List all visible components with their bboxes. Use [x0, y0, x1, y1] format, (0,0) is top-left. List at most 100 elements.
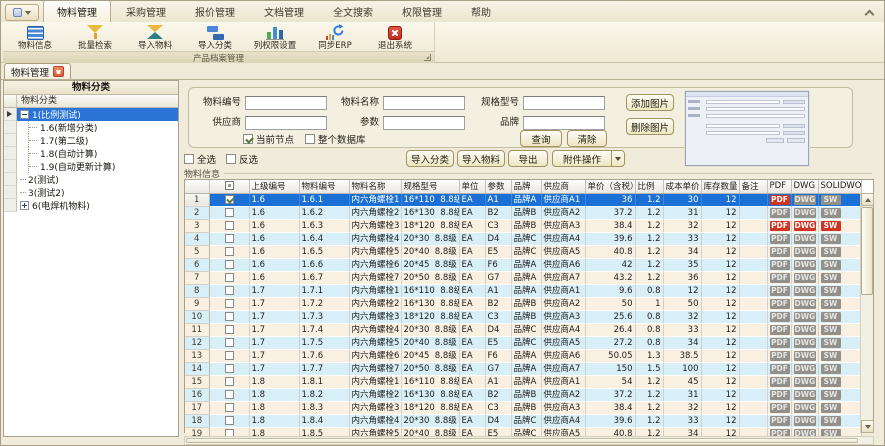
pdf-badge[interactable]: PDF [770, 286, 790, 296]
tree-item-1-8[interactable]: 1.8(自动计算) [4, 147, 178, 160]
sw-badge[interactable]: SW [821, 312, 841, 322]
grid-row-9[interactable]: 91.71.7.2内六角螺栓216*130 8.8级EAB2品牌B供应商A250… [185, 297, 861, 310]
dwg-badge[interactable]: DWG [794, 364, 817, 374]
row-checkbox[interactable] [225, 273, 234, 282]
toolbar-import-material-button[interactable]: 导入物料 [125, 23, 185, 51]
col-header-spec[interactable]: 规格型号 [401, 180, 459, 193]
tree-column-header[interactable]: 物料分类 [4, 95, 178, 108]
grid-row-10[interactable]: 101.71.7.3内六角螺栓318*120 8.8级EAC3品牌B供应商A32… [185, 310, 861, 323]
pdf-badge[interactable]: PDF [770, 195, 790, 205]
row-checkbox[interactable] [225, 351, 234, 360]
tab-quote-mgmt[interactable]: 报价管理 [181, 0, 249, 22]
row-checkbox[interactable] [225, 234, 234, 243]
pdf-badge[interactable]: PDF [770, 247, 790, 257]
dwg-badge[interactable]: DWG [794, 351, 817, 361]
pdf-badge[interactable]: PDF [770, 390, 790, 400]
tab-help[interactable]: 帮助 [457, 0, 505, 22]
scroll-up-icon[interactable] [861, 193, 874, 206]
col-header-check[interactable] [209, 180, 249, 193]
row-checkbox[interactable] [225, 260, 234, 269]
grid-row-6[interactable]: 61.61.6.6内六角螺栓620*45 8.8级EAF6品牌A供应商A6421… [185, 258, 861, 271]
app-menu-button[interactable] [5, 4, 39, 21]
pdf-badge[interactable]: PDF [770, 312, 790, 322]
sw-badge[interactable]: SW [821, 299, 841, 309]
current-node-checkbox[interactable]: 当前节点 [243, 132, 294, 146]
sw-badge[interactable]: SW [821, 416, 841, 426]
pdf-badge[interactable]: PDF [770, 416, 790, 426]
grid-row-13[interactable]: 131.71.7.6内六角螺栓620*45 8.8级EAF6品牌A供应商A650… [185, 349, 861, 362]
material-name-input[interactable] [383, 96, 465, 110]
tab-material-mgmt[interactable]: 物料管理 [43, 0, 111, 22]
tree-item-3[interactable]: 3(测试2) [4, 186, 178, 199]
grid-row-14[interactable]: 141.71.7.7内六角螺栓720*50 8.8级EAG7品牌A供应商A715… [185, 362, 861, 375]
dwg-badge[interactable]: DWG [794, 247, 817, 257]
vertical-scroll-thumb[interactable] [861, 207, 873, 295]
row-checkbox[interactable] [225, 208, 234, 217]
dwg-badge[interactable]: DWG [794, 221, 817, 231]
row-checkbox[interactable] [225, 286, 234, 295]
pdf-badge[interactable]: PDF [770, 377, 790, 387]
tree-item-1-9[interactable]: 1.9(自动更新计算) [4, 160, 178, 173]
col-header-parent_code[interactable]: 上级编号 [249, 180, 299, 193]
col-header-sw[interactable]: SOLIDWORKS [818, 180, 861, 193]
spec-model-input[interactable] [523, 96, 605, 110]
grid-row-8[interactable]: 81.71.7.1内六角螺栓116*110 8.8级EAA1品牌A供应商A19.… [185, 284, 861, 297]
dwg-badge[interactable]: DWG [794, 416, 817, 426]
vertical-scrollbar[interactable] [860, 193, 873, 433]
row-checkbox[interactable] [225, 377, 234, 386]
col-header-cost[interactable]: 成本单价 [663, 180, 701, 193]
document-tab-material[interactable]: 物料管理 [4, 63, 71, 79]
import-material-button[interactable]: 导入物料 [457, 150, 505, 167]
pdf-badge[interactable]: PDF [770, 208, 790, 218]
pdf-badge[interactable]: PDF [770, 325, 790, 335]
sw-badge[interactable]: SW [821, 195, 841, 205]
col-header-price[interactable]: 单价（含税） [585, 180, 635, 193]
row-checkbox[interactable] [225, 312, 234, 321]
grid-row-16[interactable]: 161.81.8.2内六角螺栓216*130 8.8级EAB2品牌B供应商A23… [185, 388, 861, 401]
select-all-checkbox[interactable]: 全选 [184, 152, 216, 166]
sw-badge[interactable]: SW [821, 273, 841, 283]
tree-item-1-6[interactable]: 1.6(新增分类) [4, 121, 178, 134]
param-input[interactable] [383, 116, 465, 130]
sw-badge[interactable]: SW [821, 234, 841, 244]
sw-badge[interactable]: SW [821, 325, 841, 335]
toolbar-column-permission-button[interactable]: 列权限设置 [245, 23, 305, 51]
pdf-badge[interactable]: PDF [770, 364, 790, 374]
pdf-badge[interactable]: PDF [770, 338, 790, 348]
grid-row-2[interactable]: 21.61.6.2内六角螺栓216*130 8.8级EAB2品牌B供应商A237… [185, 206, 861, 219]
sw-badge[interactable]: SW [821, 208, 841, 218]
row-checkbox[interactable] [225, 325, 234, 334]
brand-input[interactable] [523, 116, 605, 130]
horizontal-scrollbar[interactable] [184, 436, 874, 445]
dwg-badge[interactable]: DWG [794, 273, 817, 283]
grid-row-17[interactable]: 171.81.8.3内六角螺栓318*120 8.8级EAC3品牌B供应商A33… [185, 401, 861, 414]
tab-purchase-mgmt[interactable]: 采购管理 [112, 0, 180, 22]
sw-badge[interactable]: SW [821, 221, 841, 231]
material-code-input[interactable] [245, 96, 327, 110]
grid-row-5[interactable]: 51.61.6.5内六角螺栓520*40 8.8级EAE5品牌C供应商A540.… [185, 245, 861, 258]
row-checkbox[interactable] [225, 403, 234, 412]
col-header-brand[interactable]: 品牌 [511, 180, 541, 193]
grid-row-11[interactable]: 111.71.7.4内六角螺栓420*30 8.8级EAD4品牌C供应商A426… [185, 323, 861, 336]
ribbon-collapse-icon[interactable] [864, 8, 876, 18]
dwg-badge[interactable]: DWG [794, 377, 817, 387]
tree-item-1-7[interactable]: 1.7(第二级) [4, 134, 178, 147]
col-header-dwg[interactable]: DWG [791, 180, 818, 193]
row-checkbox[interactable] [225, 247, 234, 256]
sw-badge[interactable]: SW [821, 247, 841, 257]
row-checkbox[interactable] [225, 195, 234, 204]
grid-row-3[interactable]: 31.61.6.3内六角螺栓318*120 8.8级EAC3品牌B供应商A338… [185, 219, 861, 232]
dwg-badge[interactable]: DWG [794, 260, 817, 270]
dwg-badge[interactable]: DWG [794, 234, 817, 244]
row-checkbox[interactable] [225, 299, 234, 308]
dwg-badge[interactable]: DWG [794, 338, 817, 348]
tree-item-6[interactable]: 6(电焊机物料) [4, 199, 178, 212]
col-header-remark[interactable]: 备注 [739, 180, 767, 193]
dwg-badge[interactable]: DWG [794, 195, 817, 205]
pdf-badge[interactable]: PDF [770, 273, 790, 283]
toolbar-import-category-button[interactable]: 导入分类 [185, 23, 245, 51]
toolbar-material-info-button[interactable]: 物料信息 [5, 23, 65, 51]
row-checkbox[interactable] [225, 364, 234, 373]
sw-badge[interactable]: SW [821, 286, 841, 296]
sw-badge[interactable]: SW [821, 403, 841, 413]
